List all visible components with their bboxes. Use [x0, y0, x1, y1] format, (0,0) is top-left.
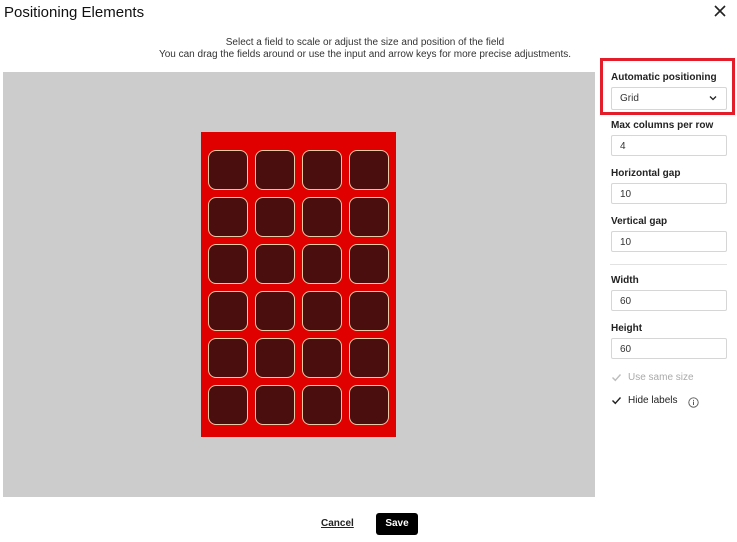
grid-field[interactable]: [208, 291, 248, 331]
grid-field[interactable]: [208, 197, 248, 237]
grid-field[interactable]: [255, 338, 295, 378]
grid-field[interactable]: [255, 197, 295, 237]
auto-positioning-select[interactable]: Grid: [611, 87, 727, 110]
grid-field[interactable]: [349, 150, 389, 190]
grid-field[interactable]: [302, 338, 342, 378]
grid-field[interactable]: [349, 338, 389, 378]
instruction-line-1: Select a field to scale or adjust the si…: [225, 37, 505, 48]
horizontal-gap-input[interactable]: 10: [611, 183, 727, 204]
use-same-size-checkbox[interactable]: [611, 372, 622, 383]
grid-field[interactable]: [349, 197, 389, 237]
info-icon[interactable]: [688, 395, 699, 408]
grid-field[interactable]: [255, 150, 295, 190]
auto-positioning-value: Grid: [620, 93, 639, 104]
grid-field[interactable]: [349, 385, 389, 425]
grid-field[interactable]: [255, 385, 295, 425]
grid-field[interactable]: [349, 244, 389, 284]
dialog-title: Positioning Elements: [4, 4, 145, 21]
panel-divider: [610, 264, 727, 265]
close-icon[interactable]: [712, 3, 728, 19]
vertical-gap-label: Vertical gap: [611, 216, 668, 227]
grid-field[interactable]: [302, 291, 342, 331]
horizontal-gap-label: Horizontal gap: [611, 168, 681, 179]
grid-field[interactable]: [208, 338, 248, 378]
use-same-size-label: Use same size: [628, 372, 694, 383]
height-input[interactable]: 60: [611, 338, 727, 359]
max-columns-label: Max columns per row: [611, 120, 714, 131]
grid-board: [201, 132, 396, 437]
grid-field[interactable]: [255, 244, 295, 284]
grid-field[interactable]: [349, 291, 389, 331]
width-label: Width: [611, 275, 639, 286]
grid-field[interactable]: [302, 197, 342, 237]
width-input[interactable]: 60: [611, 290, 727, 311]
auto-positioning-label: Automatic positioning: [611, 72, 717, 83]
grid-field[interactable]: [255, 291, 295, 331]
cancel-button[interactable]: Cancel: [321, 518, 354, 529]
grid-field[interactable]: [302, 385, 342, 425]
settings-panel: Automatic positioning Grid Max columns p…: [600, 58, 737, 498]
positioning-canvas[interactable]: [3, 72, 595, 497]
vertical-gap-input[interactable]: 10: [611, 231, 727, 252]
chevron-down-icon: [709, 96, 717, 101]
height-label: Height: [611, 323, 643, 334]
grid-field[interactable]: [208, 244, 248, 284]
hide-labels-label: Hide labels: [628, 395, 678, 406]
hide-labels-checkbox[interactable]: [611, 395, 622, 406]
grid-field[interactable]: [302, 150, 342, 190]
max-columns-input[interactable]: 4: [611, 135, 727, 156]
grid-field[interactable]: [208, 150, 248, 190]
save-button[interactable]: Save: [376, 513, 418, 535]
grid-field[interactable]: [302, 244, 342, 284]
grid-field[interactable]: [208, 385, 248, 425]
